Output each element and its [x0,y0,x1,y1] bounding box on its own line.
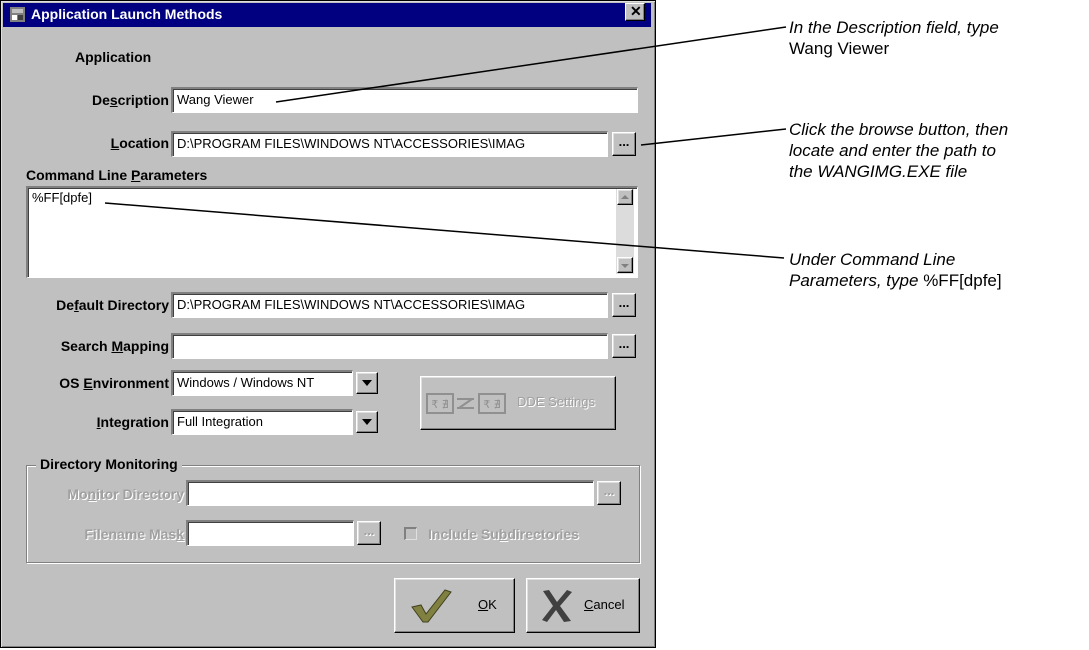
annotation-description: In the Description field, type Wang View… [789,17,1085,59]
annotation-description-italic: In the Description field, type [789,18,999,37]
annotation-location-line3: the WANGIMG.EXE file [789,162,968,181]
annotation-location-line2: locate and enter the path to [789,141,996,160]
annotation-description-plain: Wang Viewer [789,39,890,58]
callout-lines [104,26,787,259]
annotation-command-line-plain: %FF[dpfe] [923,271,1002,290]
callout-line-location [640,128,787,146]
annotation-command-line-line1: Under Command Line [789,250,956,269]
annotation-location: Click the browse button, then locate and… [789,119,1085,182]
annotation-command-line: Under Command Line Parameters, type %FF[… [789,249,1085,291]
callout-line-command-line [104,202,785,259]
callout-line-description [275,26,787,103]
annotation-location-line1: Click the browse button, then [789,120,1009,139]
annotation-command-line-italic: Parameters, type [789,271,919,290]
